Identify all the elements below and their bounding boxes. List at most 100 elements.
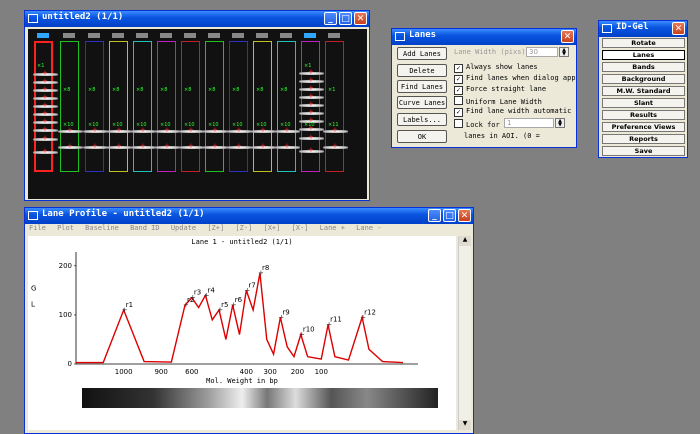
minimize-icon[interactable]: _	[324, 12, 337, 25]
peak-marker-icon[interactable]: +	[183, 301, 189, 309]
vertical-scrollbar[interactable]: ▲ ▼	[458, 236, 471, 430]
menu-baseline[interactable]: Baseline	[85, 224, 119, 232]
gel-lane[interactable]: + + + + + + + + + +	[299, 41, 324, 172]
option-find-lanes-on-open[interactable]: ✓ Find lanes when dialog app	[454, 74, 576, 84]
lane-width-spinner[interactable]: ▲ ▼	[559, 47, 569, 57]
checkbox-icon[interactable]: ✓	[454, 108, 463, 117]
peak-marker-icon[interactable]: +	[299, 331, 305, 339]
checkbox-icon[interactable]	[454, 119, 463, 128]
checkbox-icon[interactable]	[454, 96, 463, 105]
menu-update[interactable]: Update	[171, 224, 196, 232]
gel-lane[interactable]: + +	[131, 41, 156, 172]
gel-lane[interactable]: + +	[203, 41, 228, 172]
gel-image[interactable]: + + + + + + + + + + ×1 + + ×8 ×10 + + ×8 ×10 + + ×8 ×10 + + ×8 ×10…	[28, 29, 367, 199]
ok-button[interactable]: OK	[397, 130, 447, 143]
option-force-straight[interactable]: ✓ Force straight lane	[454, 85, 546, 95]
curve-lanes-button[interactable]: Curve Lanes	[397, 96, 447, 109]
profile-plot-area: Lane 1 - untitled2 (1/1) 200 100 0 G Lr1 + r2 + r…	[28, 236, 456, 430]
peak-marker-icon[interactable]: +	[326, 321, 332, 329]
bands-button[interactable]: Bands	[602, 62, 685, 72]
x-tick-label: 1000	[115, 368, 133, 376]
checkbox-icon[interactable]: ✓	[454, 75, 463, 84]
background-button[interactable]: Background	[602, 74, 685, 84]
close-icon[interactable]: ✕	[561, 30, 574, 43]
minimize-icon[interactable]: _	[428, 209, 441, 222]
menu-plot[interactable]: Plot	[57, 224, 74, 232]
lanes-dialog: Lanes ✕ Add Lanes Delete Lanes Find Lane…	[391, 28, 577, 148]
gel-lane[interactable]: + +	[323, 41, 348, 172]
lock-for-input[interactable]: 1	[504, 118, 554, 128]
menu-zoom-x-out[interactable]: [X-]	[292, 224, 309, 232]
option-always-show-lanes[interactable]: ✓ Always show lanes	[454, 63, 538, 73]
find-lanes-button[interactable]: Find Lanes	[397, 80, 447, 93]
scroll-up-icon[interactable]: ▲	[459, 236, 471, 246]
close-icon[interactable]: ✕	[458, 209, 471, 222]
peak-marker-icon[interactable]: +	[244, 286, 250, 294]
gel-lane[interactable]: + +	[58, 41, 83, 172]
add-lanes-button[interactable]: Add Lanes	[397, 47, 447, 60]
gel-lane[interactable]: + + + + + + + + + +	[33, 41, 58, 172]
menu-lane-prev[interactable]: Lane -	[356, 224, 381, 232]
checkbox-icon[interactable]: ✓	[454, 64, 463, 73]
option-lock-for[interactable]: Lock for	[454, 119, 500, 129]
save-button[interactable]: Save	[602, 146, 685, 156]
mw-standard-button[interactable]: M.W. Standard	[602, 86, 685, 96]
delete-lanes-button[interactable]: Delete Lanes	[397, 64, 447, 87]
maximize-icon[interactable]: □	[443, 209, 456, 222]
preference-views-button[interactable]: Preference Views	[602, 122, 685, 132]
peak-marker-icon[interactable]: +	[122, 306, 128, 314]
lane-width-label: Lane Width (pixs)	[454, 48, 526, 56]
y-axis-letter: G	[31, 284, 36, 292]
labels-button[interactable]: Labels...	[397, 113, 447, 126]
option-find-width-auto[interactable]: ✓ Find lane width automatic	[454, 107, 571, 117]
close-icon[interactable]: ✕	[354, 12, 367, 25]
band-marker-icon: +	[308, 92, 314, 100]
close-icon[interactable]: ✕	[672, 22, 685, 35]
peak-marker-icon[interactable]: +	[360, 313, 366, 321]
peak-marker-icon[interactable]: +	[203, 291, 209, 299]
checkbox-icon[interactable]: ✓	[454, 86, 463, 95]
band-marker-icon: +	[188, 142, 194, 150]
maximize-icon[interactable]: □	[339, 12, 352, 25]
menu-zoom-y-in[interactable]: [Z+]	[207, 224, 224, 232]
y-tick-label: 200	[59, 262, 72, 270]
lanes-dialog-titlebar[interactable]: Lanes ✕	[392, 29, 576, 45]
peak-marker-icon[interactable]: +	[217, 306, 223, 314]
menu-lane-next[interactable]: Lane +	[320, 224, 345, 232]
gel-window-titlebar[interactable]: untitled2 (1/1) _ □ ✕	[25, 11, 369, 27]
lanes-button[interactable]: Lanes	[602, 50, 685, 60]
band-marker-icon: +	[164, 142, 170, 150]
menu-band-id[interactable]: Band ID	[130, 224, 160, 232]
gel-lane[interactable]: + +	[155, 41, 180, 172]
slant-button[interactable]: Slant	[602, 98, 685, 108]
gel-lane[interactable]: + +	[227, 41, 252, 172]
band-marker-icon: +	[42, 109, 48, 117]
gel-window: untitled2 (1/1) _ □ ✕ + + + + + + + + + + ×1 + + ×8 ×1…	[24, 10, 370, 201]
band-marker-icon: +	[212, 142, 218, 150]
menu-file[interactable]: File	[29, 224, 46, 232]
x-tick-label: 400	[240, 368, 253, 376]
y-tick-label: 0	[68, 360, 72, 368]
peak-marker-icon[interactable]: +	[278, 313, 284, 321]
profile-titlebar[interactable]: Lane Profile - untitled2 (1/1) _ □ ✕	[25, 208, 473, 224]
gel-lane[interactable]: + +	[251, 41, 276, 172]
peak-marker-icon[interactable]: +	[231, 301, 237, 309]
menu-zoom-x-in[interactable]: [X+]	[264, 224, 281, 232]
rotate-button[interactable]: Rotate	[602, 38, 685, 48]
menu-zoom-y-out[interactable]: [Z-]	[235, 224, 252, 232]
results-button[interactable]: Results	[602, 110, 685, 120]
gel-lane[interactable]: + +	[107, 41, 132, 172]
option-uniform-width[interactable]: Uniform Lane Width	[454, 96, 542, 106]
lane-label-marker	[112, 33, 124, 38]
lane-width-input[interactable]: 30	[526, 47, 558, 57]
gel-lane[interactable]: + +	[83, 41, 108, 172]
scroll-down-icon[interactable]: ▼	[459, 420, 471, 430]
lane-count-label: ×8	[256, 87, 264, 93]
reports-button[interactable]: Reports	[602, 134, 685, 144]
peak-marker-icon[interactable]: +	[258, 269, 264, 277]
gel-lane[interactable]: + +	[179, 41, 204, 172]
peak-marker-icon[interactable]: +	[190, 294, 196, 302]
idgel-titlebar[interactable]: ID-Gel ✕	[599, 21, 687, 37]
lock-for-spinner[interactable]: ▲ ▼	[555, 118, 565, 128]
gel-lane[interactable]: + +	[275, 41, 300, 172]
